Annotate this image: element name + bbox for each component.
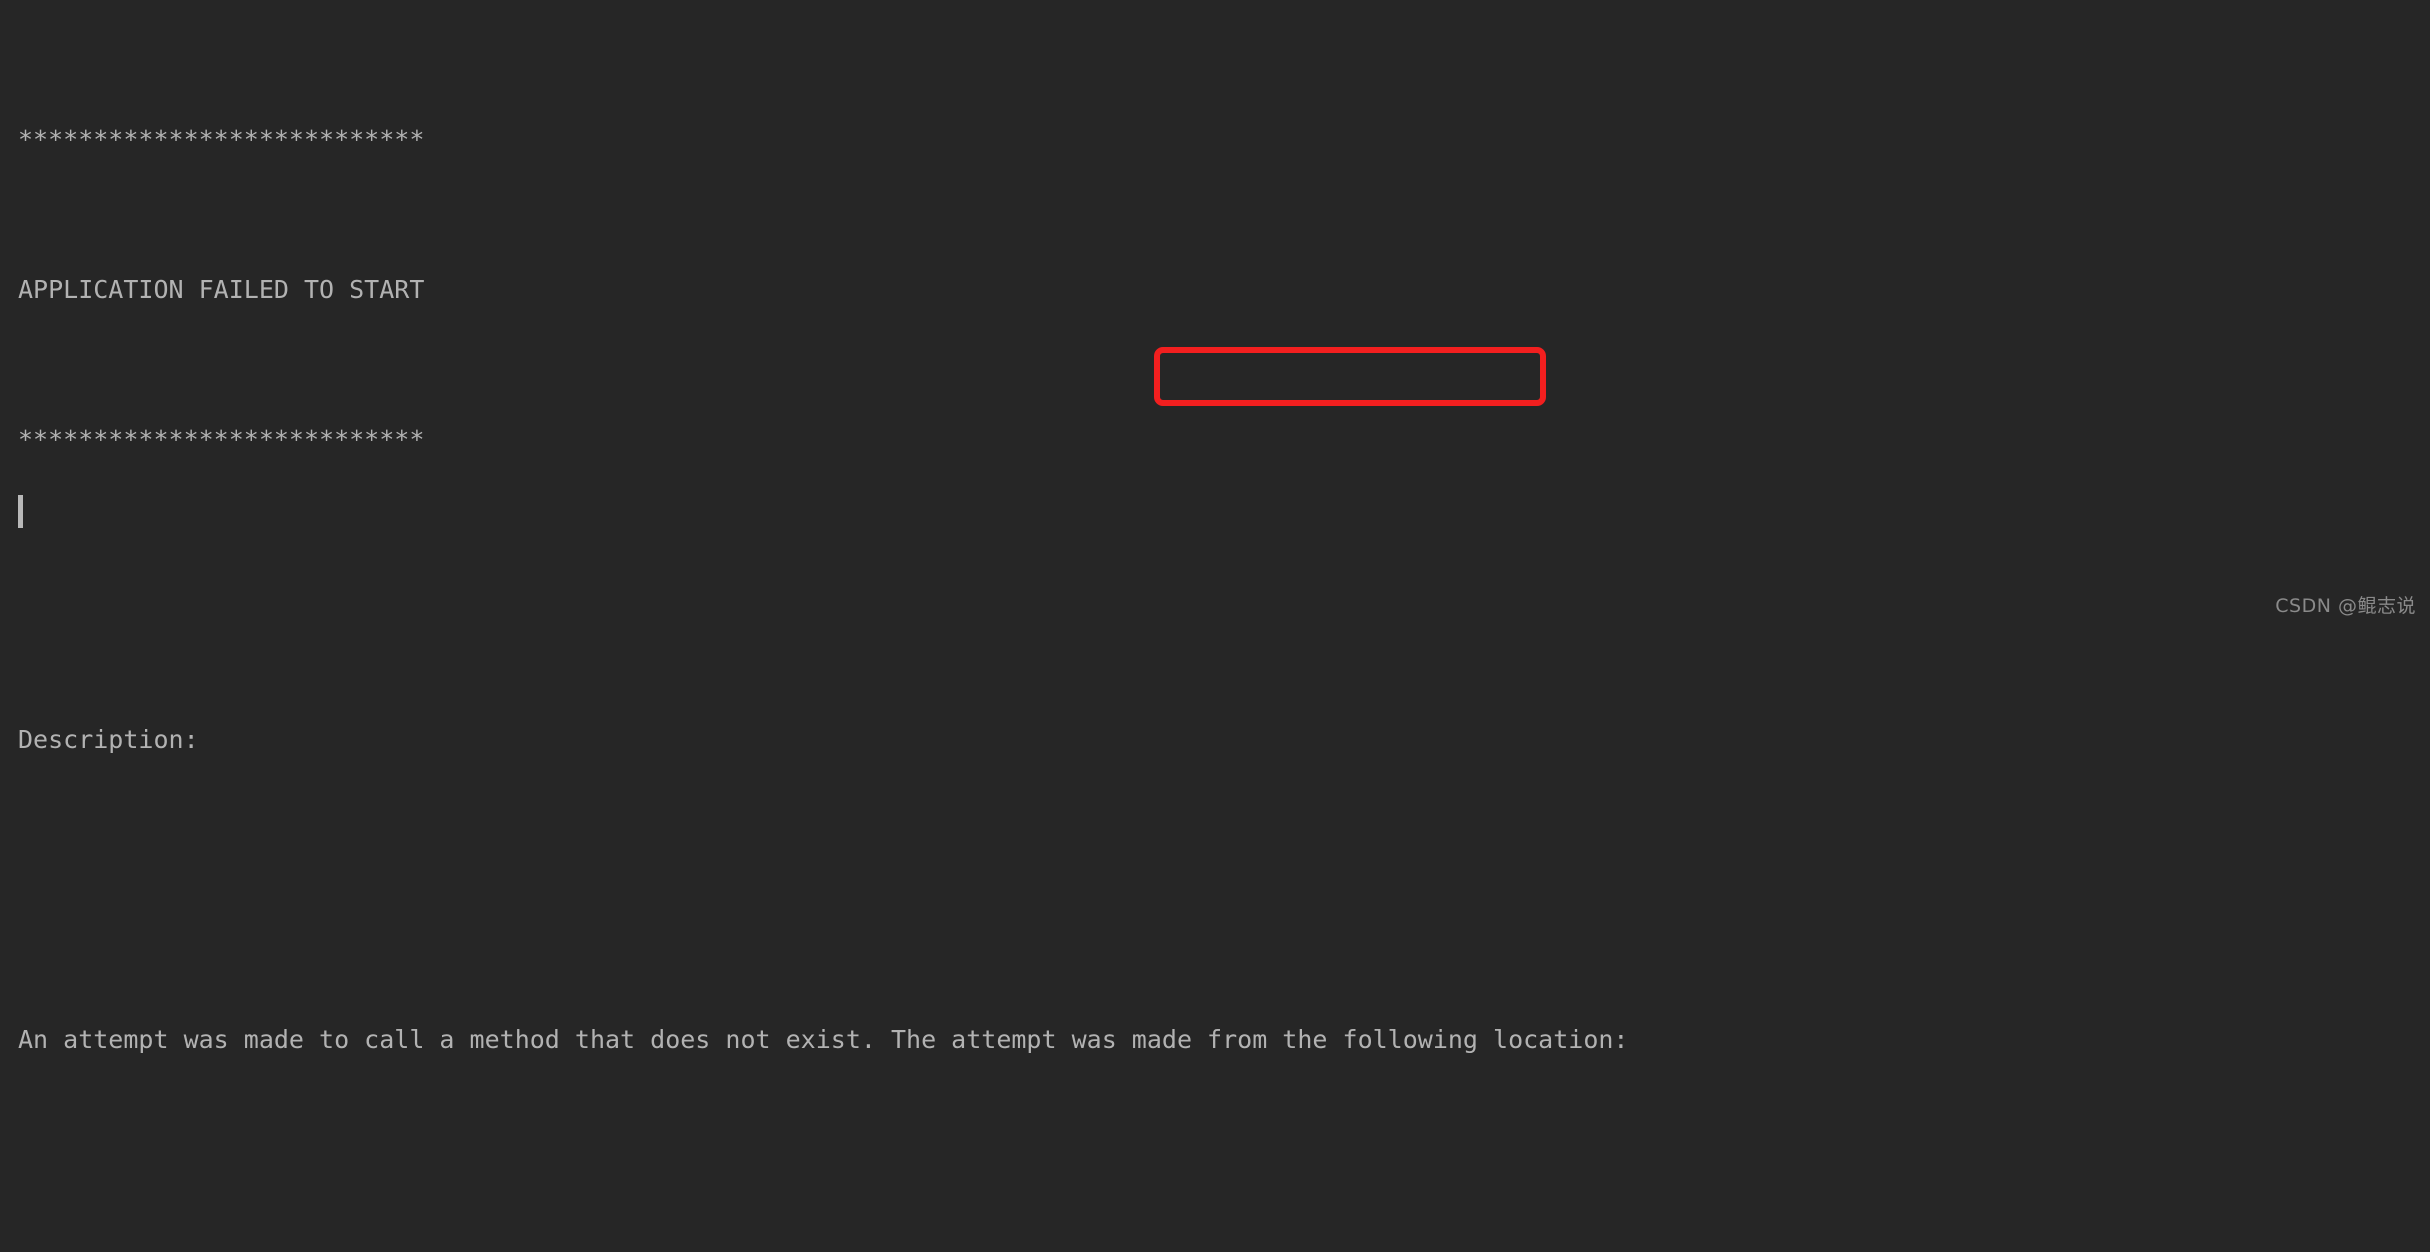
console-text-block: *************************** APPLICATION … [18,8,2430,1252]
banner-bottom-line: *************************** [18,424,425,454]
text-caret [18,495,23,528]
csdn-watermark: CSDN @鲲志说 [2275,595,2416,617]
description-text: An attempt was made to call a method tha… [18,1024,1629,1054]
banner-top-line: *************************** [18,124,425,154]
console-output-pane: *************************** APPLICATION … [0,0,2430,1054]
application-failed-title: APPLICATION FAILED TO START [18,274,425,304]
description-label: Description: [18,724,199,754]
